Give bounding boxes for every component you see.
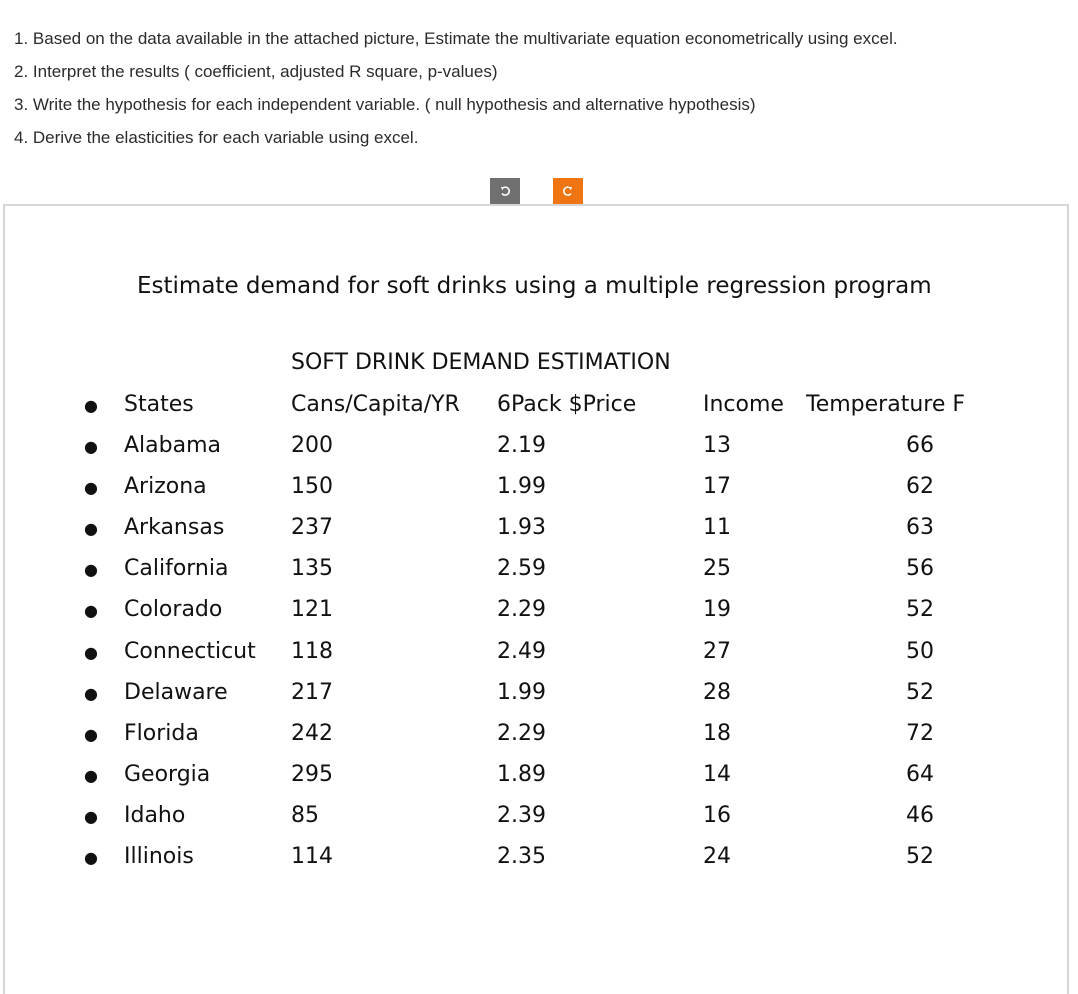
column-header-states: States [124,392,194,417]
table-row: ● Arizona 150 1.99 17 62 [0,474,1078,515]
temperature-cell: 52 [906,844,934,869]
income-cell: 17 [703,474,731,500]
income-cell: 14 [703,761,731,787]
income-cell: 25 [703,556,731,582]
bullet-icon: ● [84,519,98,539]
bullet-icon: ● [84,601,98,621]
table-row: ● Alabama 200 2.19 13 66 [0,433,1078,474]
cans-cell: 135 [291,556,333,582]
column-header-temperature: Temperature F [806,392,966,417]
cans-cell: 150 [291,474,333,500]
header-row: ● States Cans/Capita/YR 6Pack $Price Inc… [0,392,1078,433]
question-2: 2. Interpret the results ( coefficient, … [14,62,498,81]
income-cell: 28 [703,679,731,705]
state-cell: Arizona [124,474,207,500]
temperature-cell: 66 [906,433,934,458]
price-cell: 2.49 [497,638,546,664]
temperature-cell: 64 [906,761,934,787]
state-cell: Illinois [124,844,194,869]
cans-cell: 85 [291,802,319,828]
image-toolbar [0,178,1078,204]
bullet-icon: ● [84,437,98,456]
state-cell: California [124,556,229,582]
temperature-cell: 50 [906,638,934,664]
state-cell: Colorado [124,597,223,623]
question-3: 3. Write the hypothesis for each indepen… [14,95,756,114]
rotate-left-button[interactable] [490,178,520,204]
column-header-income: Income [703,392,784,417]
table-row: ● California 135 2.59 25 56 [0,556,1078,597]
state-cell: Connecticut [124,638,256,664]
state-cell: Arkansas [124,515,225,541]
bullet-icon: ● [84,848,98,867]
column-header-cans: Cans/Capita/YR [291,392,460,417]
bullet-icon: ● [84,560,98,580]
cans-cell: 121 [291,597,333,623]
price-cell: 2.29 [497,597,546,623]
price-cell: 1.93 [497,515,546,541]
bullet-icon: ● [84,724,98,744]
cans-cell: 118 [291,638,333,664]
income-cell: 11 [703,515,731,541]
table-row: ● Connecticut 118 2.49 27 50 [0,639,1078,680]
cans-cell: 200 [291,433,333,458]
temperature-cell: 63 [906,515,934,541]
bullet-icon: ● [84,683,98,703]
state-cell: Delaware [124,679,228,705]
price-cell: 1.89 [497,761,546,787]
temperature-cell: 46 [906,802,934,828]
question-1: 1. Based on the data available in the at… [14,29,898,48]
temperature-cell: 52 [906,679,934,705]
table-row: ● Idaho 85 2.39 16 46 [0,803,1078,844]
cans-cell: 242 [291,720,333,746]
table-row: ● Colorado 121 2.29 19 52 [0,597,1078,638]
temperature-cell: 56 [906,556,934,582]
table-row: ● Delaware 217 1.99 28 52 [0,680,1078,721]
table-row: ● Georgia 295 1.89 14 64 [0,762,1078,803]
price-cell: 2.29 [497,720,546,746]
income-cell: 27 [703,638,731,664]
temperature-cell: 62 [906,474,934,500]
slide-title: Estimate demand for soft drinks using a … [137,273,932,299]
income-cell: 18 [703,720,731,746]
price-cell: 1.99 [497,474,546,500]
price-cell: 2.19 [497,433,546,458]
question-list: 1. Based on the data available in the at… [14,22,898,154]
table-row: ● Arkansas 237 1.93 11 63 [0,515,1078,556]
rotate-right-button[interactable] [553,178,583,204]
cans-cell: 114 [291,844,333,869]
cans-cell: 295 [291,761,333,787]
price-cell: 2.39 [497,802,546,828]
temperature-cell: 72 [906,720,934,746]
bullet-icon: ● [84,806,98,826]
bullet-icon: ● [84,396,98,415]
table-row: ● Florida 242 2.29 18 72 [0,721,1078,762]
column-header-price: 6Pack $Price [497,392,637,417]
bullet-icon: ● [84,478,98,498]
income-cell: 19 [703,597,731,623]
cans-cell: 217 [291,679,333,705]
price-cell: 2.59 [497,556,546,582]
rotate-counterclockwise-icon [500,186,511,196]
table-heading: SOFT DRINK DEMAND ESTIMATION [291,350,671,375]
price-cell: 2.35 [497,844,546,869]
temperature-cell: 52 [906,597,934,623]
income-cell: 16 [703,802,731,828]
cans-cell: 237 [291,515,333,541]
income-cell: 24 [703,844,731,869]
rotate-clockwise-icon [562,186,573,196]
question-4: 4. Derive the elasticities for each vari… [14,128,419,147]
state-cell: Idaho [124,802,186,828]
state-cell: Florida [124,720,199,746]
bullet-icon: ● [84,765,98,785]
state-cell: Georgia [124,761,211,787]
state-cell: Alabama [124,433,222,458]
table-row: ● Illinois 114 2.35 24 52 [0,844,1078,885]
income-cell: 13 [703,433,731,458]
bullet-icon: ● [84,642,98,662]
price-cell: 1.99 [497,679,546,705]
